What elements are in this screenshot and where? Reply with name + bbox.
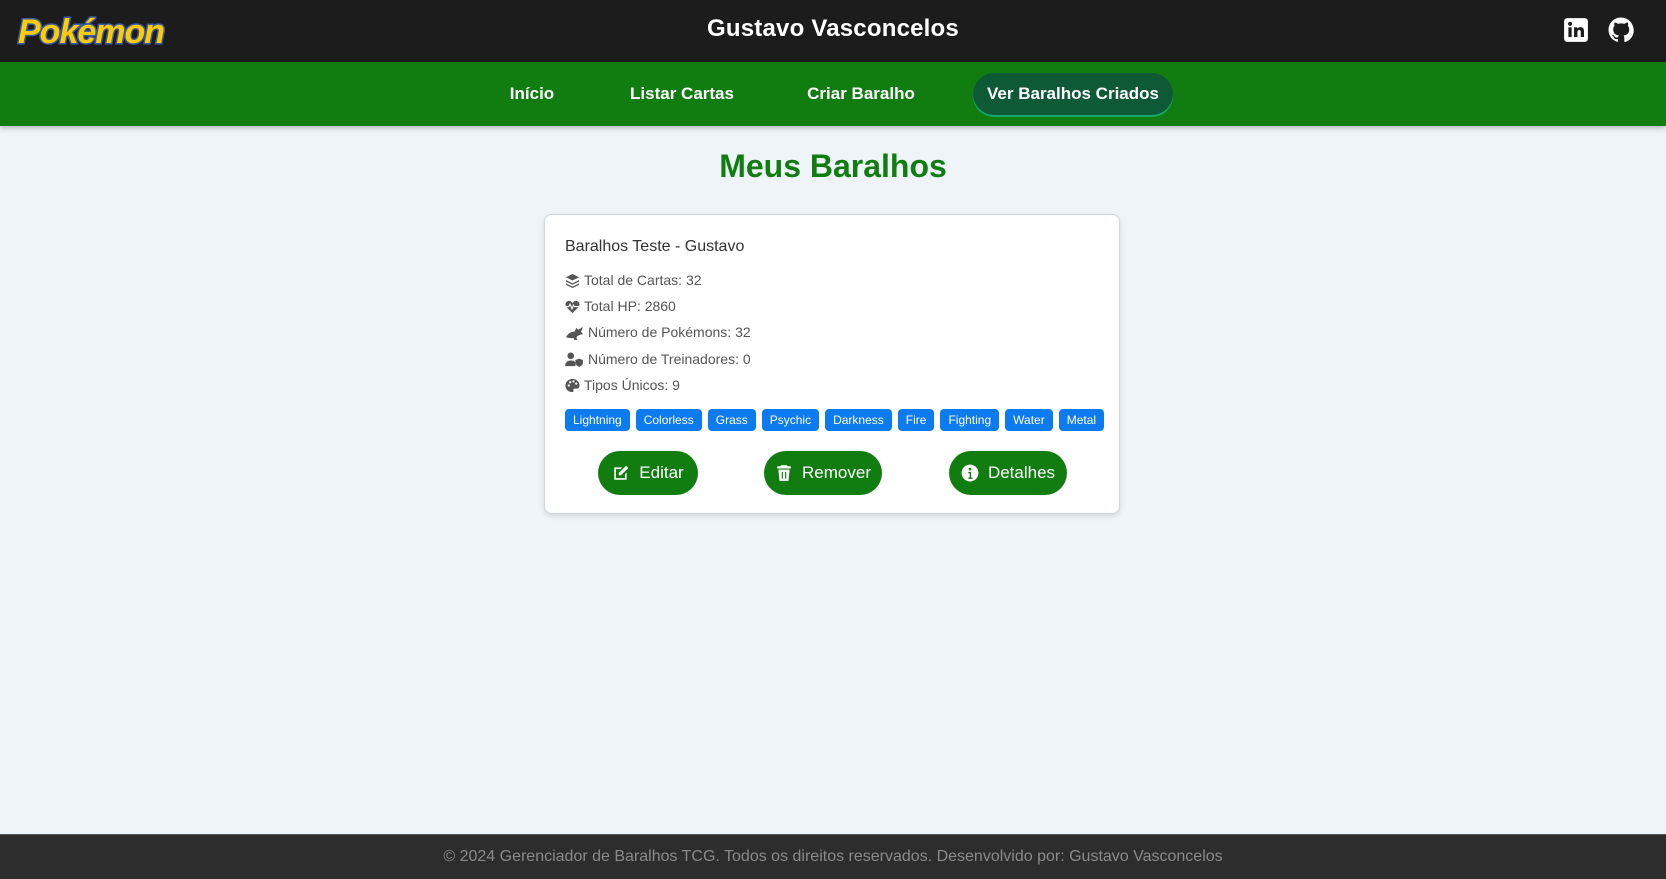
info-icon — [961, 464, 979, 482]
details-button-label: Detalhes — [987, 463, 1056, 482]
type-tag: Lightning — [565, 409, 630, 431]
stat-total-cards-text: Total de Cartas: 32 — [584, 272, 702, 288]
stat-total-cards: Total de Cartas: 32 — [565, 271, 702, 289]
page-title: Meus Baralhos — [719, 148, 947, 184]
linkedin-icon[interactable] — [1563, 17, 1589, 43]
edit-button[interactable]: Editar — [598, 451, 698, 495]
type-tag: Water — [1005, 409, 1053, 431]
nav-item-listar-cartas[interactable]: Listar Cartas — [618, 73, 746, 115]
type-tag: Psychic — [761, 409, 820, 431]
edit-icon — [614, 465, 629, 480]
top-header: Pokémon Gustavo Vasconcelos — [0, 0, 1666, 62]
user-shield-icon — [565, 351, 583, 367]
deck-name: Baralhos Teste - Gustavo — [565, 238, 745, 255]
footer: © 2024 Gerenciador de Baralhos TCG. Todo… — [0, 834, 1666, 879]
type-tag: Metal — [1058, 409, 1105, 431]
type-tag: Darkness — [825, 409, 892, 431]
trash-icon — [777, 465, 791, 481]
stat-unique-types-text: Tipos Únicos: 9 — [584, 377, 680, 393]
stat-trainer-count-text: Número de Treinadores: 0 — [588, 351, 751, 367]
remove-button-label: Remover — [802, 463, 871, 482]
dragon-icon — [566, 326, 583, 340]
main-nav: Início Listar Cartas Criar Baralho Ver B… — [0, 62, 1666, 126]
layers-icon — [565, 273, 580, 288]
stat-total-hp: Total HP: 2860 — [565, 297, 676, 315]
palette-icon — [565, 378, 580, 392]
type-tag: Grass — [707, 409, 756, 431]
github-icon[interactable] — [1608, 17, 1634, 43]
stat-unique-types: Tipos Únicos: 9 — [565, 376, 680, 394]
heartbeat-icon — [565, 300, 580, 313]
type-tag: Colorless — [635, 409, 702, 431]
nav-item-criar-baralho[interactable]: Criar Baralho — [796, 73, 926, 115]
type-tag: Fire — [897, 409, 935, 431]
stat-trainer-count: Número de Treinadores: 0 — [565, 350, 751, 368]
nav-item-ver-baralhos-criados[interactable]: Ver Baralhos Criados — [973, 73, 1173, 115]
stat-total-hp-text: Total HP: 2860 — [584, 298, 676, 314]
remove-button[interactable]: Remover — [764, 451, 882, 495]
type-tag: Fighting — [940, 409, 1000, 431]
stat-pokemon-count-text: Número de Pokémons: 32 — [588, 324, 751, 340]
details-button[interactable]: Detalhes — [949, 451, 1067, 495]
edit-button-label: Editar — [639, 463, 684, 482]
nav-item-inicio[interactable]: Início — [496, 73, 568, 115]
deck-card: Baralhos Teste - Gustavo Total de Cartas… — [544, 214, 1120, 514]
type-tags: Lightning Colorless Grass Psychic Darkne… — [565, 409, 1105, 431]
stat-pokemon-count: Número de Pokémons: 32 — [565, 323, 751, 341]
footer-text: © 2024 Gerenciador de Baralhos TCG. Todo… — [443, 848, 1223, 865]
site-title: Gustavo Vasconcelos — [707, 15, 959, 42]
